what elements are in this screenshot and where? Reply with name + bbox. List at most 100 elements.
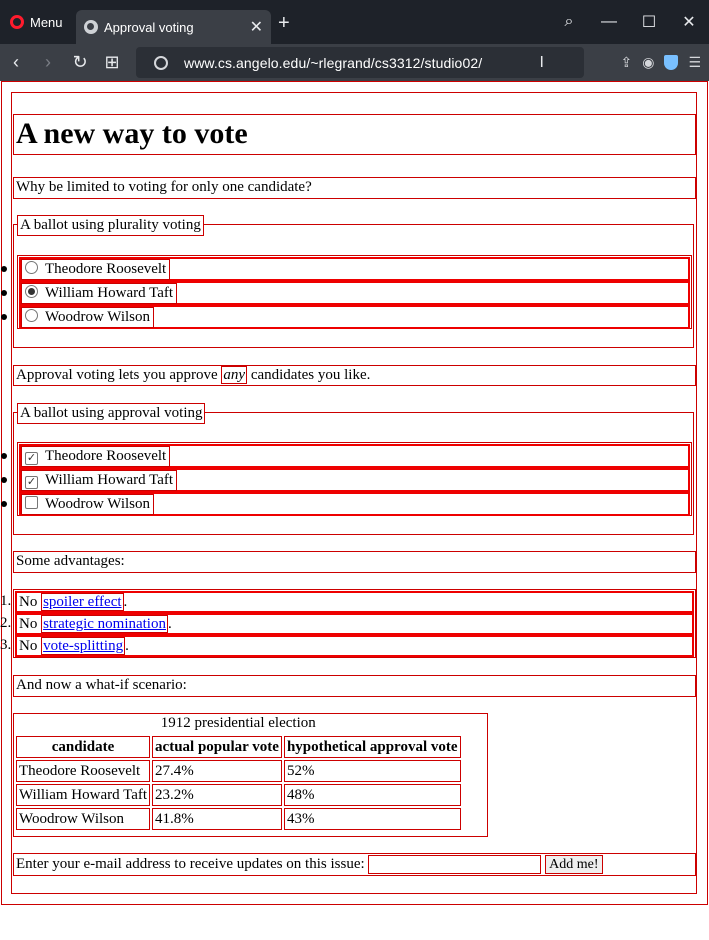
globe-icon [84, 20, 98, 34]
add-me-button[interactable]: Add me! [545, 855, 603, 875]
bullet-icon [1, 477, 7, 483]
table-cell: 23.2% [152, 784, 282, 806]
option-label: William Howard Taft [45, 285, 174, 301]
url-text: www.cs.angelo.edu/~rlegrand/cs3312/studi… [184, 54, 483, 71]
advantage-item: No vote-splitting. [15, 635, 694, 657]
text-cursor-icon: I [539, 54, 544, 71]
search-icon[interactable]: ⌕ [549, 13, 589, 31]
page-title: A new way to vote [13, 114, 696, 155]
advantage-suffix: . [125, 638, 129, 654]
advantage-item: No spoiler effect. [15, 591, 694, 613]
option-label: Theodore Roosevelt [45, 448, 167, 464]
option-label: Theodore Roosevelt [45, 261, 167, 277]
intro-text: Why be limited to voting for only one ca… [13, 177, 696, 199]
table-cell: 27.4% [152, 760, 282, 782]
bullet-icon [1, 266, 7, 272]
column-header: hypothetical approval vote [283, 736, 461, 758]
table-cell: Theodore Roosevelt [16, 760, 151, 782]
approval-intro-before: Approval voting lets you approve [16, 367, 222, 383]
site-info-icon[interactable] [154, 55, 168, 70]
option-label: William Howard Taft [45, 472, 174, 488]
opera-logo-icon [10, 15, 24, 29]
option-label: Woodrow Wilson [45, 309, 150, 325]
plurality-option-taft[interactable]: William Howard Taft [21, 283, 178, 304]
list-number: 1. [0, 593, 12, 609]
radio-button[interactable] [25, 261, 38, 274]
minimize-icon[interactable]: — [589, 13, 629, 31]
maximize-icon[interactable]: ☐ [629, 12, 669, 32]
table-cell: William Howard Taft [16, 784, 151, 806]
advantage-suffix: . [167, 616, 172, 632]
vote-splitting-link[interactable]: vote-splitting [41, 637, 126, 655]
tab-title: Approval voting [104, 19, 194, 35]
bullet-icon [1, 314, 7, 320]
column-header: actual popular vote [152, 736, 282, 758]
emphasis-any: any [221, 366, 248, 384]
advantages-intro: Some advantages: [13, 551, 696, 573]
table-row: Theodore Roosevelt 27.4% 52% [16, 760, 461, 782]
approval-option-roosevelt[interactable]: ✓ Theodore Roosevelt [21, 446, 171, 467]
column-header: candidate [16, 736, 151, 758]
approval-legend: A ballot using approval voting [17, 403, 206, 424]
spoiler-effect-link[interactable]: spoiler effect [41, 593, 124, 611]
table-row: William Howard Taft 23.2% 48% [16, 784, 461, 806]
camera-icon[interactable]: ◉ [642, 54, 654, 71]
tab-bar: Menu Approval voting ✕ + ⌕ — ☐ ✕ [0, 0, 709, 44]
approval-option-wilson[interactable]: Woodrow Wilson [21, 494, 154, 515]
table-cell: 48% [283, 784, 461, 806]
back-icon[interactable]: ‹ [0, 52, 32, 73]
easy-setup-icon[interactable]: ☰ [688, 54, 701, 71]
list-number: 2. [0, 615, 12, 631]
bullet-icon [1, 453, 7, 459]
table-cell: 43% [283, 808, 461, 830]
election-table-outline: 1912 presidential election candidate act… [13, 713, 488, 837]
strategic-nomination-link[interactable]: strategic nomination [41, 615, 168, 633]
close-window-icon[interactable]: ✕ [669, 12, 709, 32]
option-label: Woodrow Wilson [45, 496, 150, 512]
window-controls: ⌕ — ☐ ✕ [549, 0, 709, 44]
checkbox-checked[interactable]: ✓ [25, 452, 38, 465]
table-row: Woodrow Wilson 41.8% 43% [16, 808, 461, 830]
page-viewport: A new way to vote Why be limited to voti… [0, 81, 709, 940]
url-field[interactable]: www.cs.angelo.edu/~rlegrand/cs3312/studi… [136, 47, 584, 78]
radio-button[interactable] [25, 309, 38, 322]
email-form: Enter your e-mail address to receive upd… [13, 853, 696, 876]
address-bar: ‹ › ↻ ⊞ www.cs.angelo.edu/~rlegrand/cs33… [0, 44, 709, 81]
forward-icon[interactable]: › [32, 52, 64, 73]
approval-intro-text: Approval voting lets you approve any can… [13, 365, 696, 386]
plurality-option-wilson[interactable]: Woodrow Wilson [21, 307, 154, 328]
advantage-prefix: No [19, 638, 42, 654]
advantage-item: No strategic nomination. [15, 613, 694, 635]
table-caption: 1912 presidential election [160, 715, 316, 731]
toolbar-actions: ⇪ ◉ ☰ [620, 44, 701, 81]
bullet-icon [1, 290, 7, 296]
checkbox-unchecked[interactable] [25, 496, 38, 509]
election-table: 1912 presidential election candidate act… [14, 714, 463, 832]
menu-label: Menu [30, 14, 63, 30]
opera-menu-button[interactable]: Menu [0, 0, 73, 44]
radio-button[interactable] [25, 285, 38, 298]
plurality-legend: A ballot using plurality voting [17, 215, 204, 236]
list-number: 3. [0, 637, 12, 653]
tabs-grid-icon[interactable]: ⊞ [96, 52, 128, 73]
approval-option-taft[interactable]: ✓ William Howard Taft [21, 470, 178, 491]
reload-icon[interactable]: ↻ [64, 52, 96, 73]
approval-intro-after: candidates you like. [247, 367, 371, 383]
new-tab-icon[interactable]: + [278, 12, 290, 35]
email-field[interactable] [368, 855, 542, 875]
email-label: Enter your e-mail address to receive upd… [16, 856, 365, 872]
close-tab-icon[interactable]: ✕ [250, 17, 263, 37]
bullet-icon [1, 501, 7, 507]
table-cell: 41.8% [152, 808, 282, 830]
table-cell: 52% [283, 760, 461, 782]
checkbox-checked[interactable]: ✓ [25, 476, 38, 489]
plurality-option-roosevelt[interactable]: Theodore Roosevelt [21, 259, 171, 280]
advantage-prefix: No [19, 594, 42, 610]
browser-chrome: Menu Approval voting ✕ + ⌕ — ☐ ✕ ‹ › ↻ ⊞… [0, 0, 709, 81]
shield-icon[interactable] [664, 55, 679, 70]
advantage-suffix: . [123, 594, 128, 610]
table-header-row: candidate actual popular vote hypothetic… [16, 736, 461, 758]
tab-approval-voting[interactable]: Approval voting ✕ [76, 10, 271, 44]
table-cell: Woodrow Wilson [16, 808, 151, 830]
share-icon[interactable]: ⇪ [620, 54, 632, 71]
